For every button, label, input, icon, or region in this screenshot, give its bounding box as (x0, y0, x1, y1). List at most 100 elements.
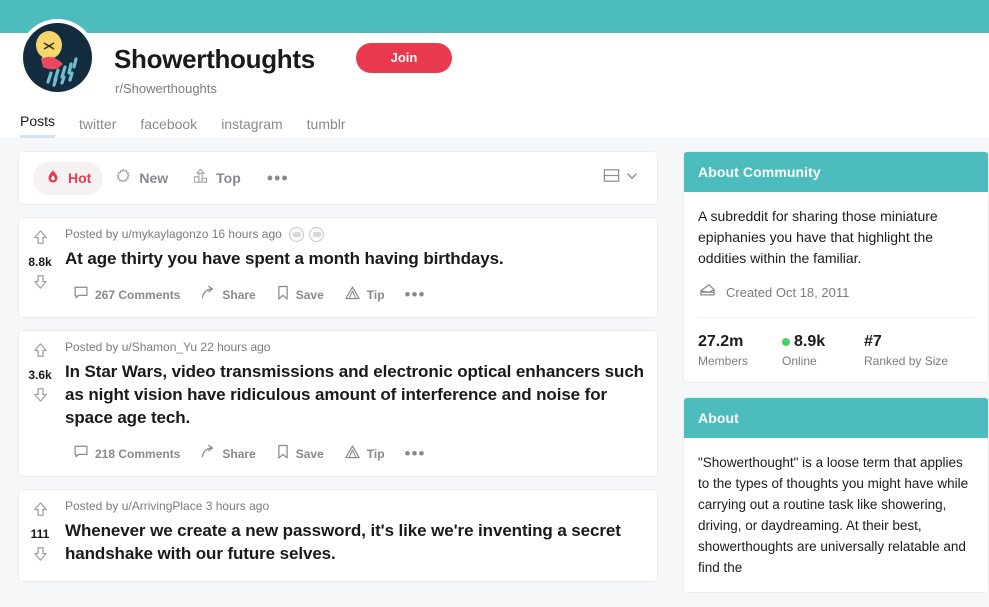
post-more-button[interactable]: ••• (397, 286, 434, 303)
post-card[interactable]: 111 Posted by u/ArrivingPlace 3 hours ag… (18, 489, 658, 582)
save-button[interactable]: Save (268, 439, 332, 468)
upvote-icon[interactable] (31, 341, 50, 365)
downvote-icon[interactable] (31, 272, 50, 296)
post-meta: Posted by u/mykaylagonzo 16 hours ago (65, 227, 647, 242)
post-author-line[interactable]: Posted by u/mykaylagonzo 16 hours ago (65, 227, 282, 242)
sort-hot-button[interactable]: Hot (33, 161, 104, 195)
created-date: Created Oct 18, 2011 (726, 284, 850, 300)
sidebar: About Community A subreddit for sharing … (683, 151, 989, 607)
about-community-heading: About Community (684, 152, 988, 192)
about-card: About "Showerthought" is a loose term th… (683, 397, 989, 593)
vote-column: 8.8k (19, 218, 61, 317)
comment-icon (73, 285, 89, 304)
flame-icon (45, 169, 61, 188)
post-score: 8.8k (28, 255, 52, 269)
save-label: Save (295, 287, 324, 302)
share-button[interactable]: Share (192, 439, 263, 468)
post-body: Posted by u/ArrivingPlace 3 hours ago Wh… (61, 490, 657, 581)
share-button[interactable]: Share (192, 280, 263, 309)
post-card[interactable]: 8.8k Posted by u/mykaylagonzo 16 hours a… (18, 217, 658, 318)
about-body: "Showerthought" is a loose term that app… (684, 438, 988, 592)
comments-button[interactable]: 267 Comments (65, 280, 188, 309)
post-title[interactable]: At age thirty you have spent a month hav… (65, 247, 647, 270)
stat-members-value: 27.2m (698, 333, 744, 350)
about-text: "Showerthought" is a loose term that app… (698, 455, 969, 575)
comment-icon (73, 444, 89, 463)
community-tabs: Posts twitter facebook instagram tumblr (20, 108, 346, 138)
main-content: Hot New Top ••• 8.8k Posted by u/mykayla… (0, 138, 989, 593)
tip-button[interactable]: Tip (336, 439, 393, 468)
post-score: 3.6k (28, 368, 52, 382)
card-view-icon (602, 166, 621, 190)
post-actions: 267 Comments Share Save Tip ••• (65, 280, 647, 311)
post-body: Posted by u/mykaylagonzo 16 hours ago At… (61, 218, 657, 317)
downvote-icon[interactable] (31, 544, 50, 568)
comments-label: 218 Comments (95, 446, 181, 461)
sort-top-button[interactable]: Top (180, 161, 253, 195)
tip-icon (344, 285, 361, 304)
comments-button[interactable]: 218 Comments (65, 439, 188, 468)
post-meta: Posted by u/Shamon_Yu 22 hours ago (65, 340, 647, 355)
tip-button[interactable]: Tip (336, 280, 393, 309)
stat-online: 8.9k Online (782, 332, 864, 368)
upvote-icon[interactable] (31, 228, 50, 252)
vote-column: 3.6k (19, 331, 61, 476)
avatar[interactable] (19, 19, 96, 96)
post-feed: Hot New Top ••• 8.8k Posted by u/mykayla… (18, 151, 658, 594)
tab-facebook[interactable]: facebook (140, 116, 197, 138)
share-icon (200, 285, 216, 304)
tab-instagram[interactable]: instagram (221, 116, 282, 138)
tab-tumblr[interactable]: tumblr (307, 116, 346, 138)
stat-rank-value: #7 (864, 333, 882, 350)
page-title: Showerthoughts (114, 44, 315, 74)
post-more-button[interactable]: ••• (397, 445, 434, 462)
sort-toolbar: Hot New Top ••• (18, 151, 658, 205)
podium-icon (192, 168, 209, 188)
post-score: 111 (30, 527, 50, 541)
tab-posts[interactable]: Posts (20, 113, 56, 138)
upvote-icon[interactable] (31, 500, 50, 524)
sparkle-icon (115, 168, 132, 188)
downvote-icon[interactable] (31, 385, 50, 409)
about-community-body: A subreddit for sharing those miniature … (684, 192, 988, 382)
tip-label: Tip (366, 446, 385, 461)
save-label: Save (295, 446, 324, 461)
community-banner (0, 0, 989, 33)
share-label: Share (222, 446, 256, 461)
view-mode-toggle[interactable] (602, 166, 643, 190)
cake-icon (698, 281, 717, 303)
stat-members-label: Members (698, 354, 749, 368)
save-button[interactable]: Save (268, 280, 332, 309)
bookmark-icon (276, 285, 290, 304)
about-heading: About (684, 398, 988, 438)
community-stats: 27.2m Members 8.9k Online #7 Ranked by S… (698, 318, 974, 368)
bookmark-icon (276, 444, 290, 463)
tip-icon (344, 444, 361, 463)
community-handle: r/Showerthoughts (115, 81, 217, 96)
award-icon (308, 227, 324, 242)
tip-label: Tip (366, 287, 385, 302)
stat-rank: #7 Ranked by Size (864, 332, 948, 368)
share-icon (200, 444, 216, 463)
stat-online-value-wrap: 8.9k (782, 332, 864, 352)
sort-more-button[interactable]: ••• (253, 169, 303, 187)
post-card[interactable]: 3.6k Posted by u/Shamon_Yu 22 hours ago … (18, 330, 658, 477)
created-row: Created Oct 18, 2011 (698, 281, 974, 318)
sort-top-label: Top (216, 170, 241, 186)
post-author-line[interactable]: Posted by u/Shamon_Yu 22 hours ago (65, 340, 270, 355)
sort-new-button[interactable]: New (103, 161, 180, 195)
chevron-down-icon (625, 169, 639, 188)
join-button[interactable]: Join (356, 43, 452, 73)
post-title[interactable]: In Star Wars, video transmissions and el… (65, 360, 647, 429)
sort-new-label: New (139, 170, 169, 186)
post-title[interactable]: Whenever we create a new password, it's … (65, 519, 647, 565)
share-label: Share (222, 287, 256, 302)
post-awards[interactable] (288, 227, 324, 242)
post-author-line[interactable]: Posted by u/ArrivingPlace 3 hours ago (65, 499, 269, 514)
comments-label: 267 Comments (95, 287, 181, 302)
about-community-card: About Community A subreddit for sharing … (683, 151, 989, 383)
tab-twitter[interactable]: twitter (79, 116, 116, 138)
online-dot-icon (782, 338, 790, 346)
lightbulb-shower-icon (23, 23, 92, 92)
community-description: A subreddit for sharing those miniature … (698, 208, 938, 266)
